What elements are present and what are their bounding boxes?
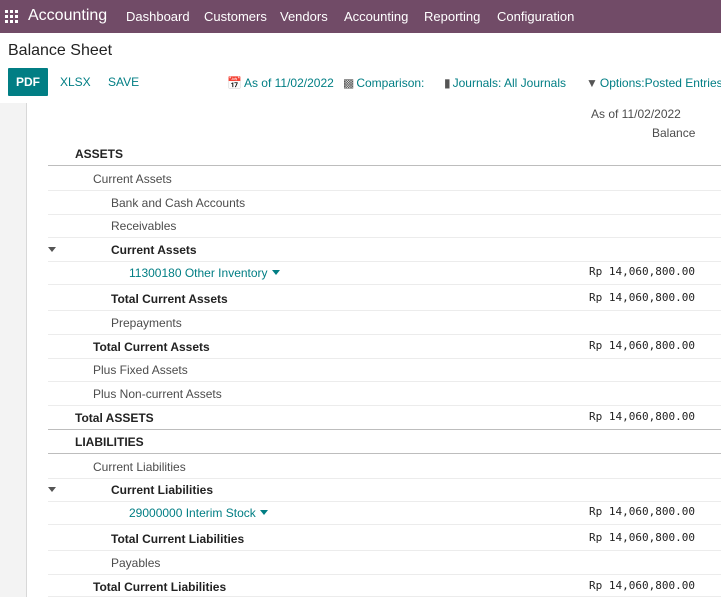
- collapse-caret-icon[interactable]: [48, 487, 56, 492]
- report-row[interactable]: Current Assets: [48, 168, 721, 191]
- row-label: Total ASSETS: [75, 411, 154, 425]
- row-label: 11300180 Other Inventory: [129, 266, 268, 280]
- row-label: Plus Non-current Assets: [93, 387, 222, 401]
- report-row[interactable]: Payables: [48, 552, 721, 575]
- comparison-filter[interactable]: ▩ Comparison:: [343, 76, 424, 90]
- calendar-icon: 📅: [227, 76, 242, 90]
- menu-configuration[interactable]: Configuration: [497, 9, 574, 24]
- menu-dashboard[interactable]: Dashboard: [126, 9, 190, 24]
- page-title: Balance Sheet: [8, 42, 113, 59]
- collapse-caret-icon[interactable]: [48, 247, 56, 252]
- pdf-button[interactable]: PDF: [8, 68, 48, 96]
- column-header-date: As of 11/02/2022: [591, 107, 681, 121]
- row-label: Total Current Assets: [93, 340, 210, 354]
- row-amount: Rp 14,060,800.00: [589, 579, 695, 592]
- row-label: Plus Fixed Assets: [93, 363, 188, 377]
- report-row[interactable]: 11300180 Other Inventory Rp 14,060,800.0…: [48, 262, 721, 285]
- menu-accounting[interactable]: Accounting: [344, 9, 408, 24]
- row-label: Current Assets: [93, 172, 172, 186]
- row-label: Receivables: [111, 219, 177, 233]
- row-label: Prepayments: [111, 316, 182, 330]
- menu-customers[interactable]: Customers: [204, 9, 267, 24]
- report-row[interactable]: Plus Non-current Assets: [48, 383, 721, 406]
- dropdown-caret-icon[interactable]: [271, 270, 280, 275]
- report-row[interactable]: Total Current Assets Rp 14,060,800.00: [48, 336, 721, 359]
- row-label: 29000000 Interim Stock: [129, 506, 256, 520]
- row-label: Current Liabilities: [93, 460, 186, 474]
- row-label: ASSETS: [75, 147, 124, 161]
- menu-reporting[interactable]: Reporting: [424, 9, 480, 24]
- row-label: Current Assets: [111, 243, 197, 257]
- report-row[interactable]: 29000000 Interim Stock Rp 14,060,800.00: [48, 502, 721, 525]
- report-row[interactable]: Current Liabilities: [48, 479, 721, 502]
- account-link[interactable]: 11300180 Other Inventory: [129, 266, 280, 280]
- report-row[interactable]: Total Current Liabilities Rp 14,060,800.…: [48, 528, 721, 551]
- report-row[interactable]: Receivables: [48, 215, 721, 238]
- row-label: LIABILITIES: [75, 435, 144, 449]
- menu-vendors[interactable]: Vendors: [280, 9, 328, 24]
- app-title[interactable]: Accounting: [28, 7, 107, 25]
- row-amount: Rp 14,060,800.00: [589, 265, 695, 278]
- row-amount: Rp 14,060,800.00: [589, 531, 695, 544]
- column-header-balance: Balance: [652, 126, 696, 140]
- account-link[interactable]: 29000000 Interim Stock: [129, 506, 268, 520]
- row-label: Total Current Liabilities: [93, 580, 227, 594]
- row-label: Total Current Assets: [111, 292, 228, 306]
- report-row[interactable]: Current Liabilities: [48, 456, 721, 479]
- book-icon: ▮: [444, 76, 451, 90]
- top-navbar: Accounting Dashboard Customers Vendors A…: [0, 0, 721, 33]
- row-amount: Rp 14,060,800.00: [589, 410, 695, 423]
- report-row[interactable]: Plus Fixed Assets: [48, 359, 721, 382]
- row-label: Payables: [111, 556, 161, 570]
- date-filter[interactable]: 📅 As of 11/02/2022: [227, 76, 334, 90]
- report-row[interactable]: Current Assets: [48, 239, 721, 262]
- date-filter-label: As of 11/02/2022: [243, 76, 334, 90]
- filter-icon: ▼: [586, 76, 598, 90]
- report-row[interactable]: Total ASSETS Rp 14,060,800.00: [48, 407, 721, 430]
- xlsx-button[interactable]: XLSX: [60, 75, 91, 89]
- report-row[interactable]: Prepayments: [48, 312, 721, 335]
- options-filter[interactable]: ▼ Options:Posted Entries: [586, 76, 721, 90]
- save-button[interactable]: SAVE: [108, 75, 139, 89]
- row-label: Total Current Liabilities: [111, 532, 245, 546]
- report-row[interactable]: LIABILITIES: [48, 431, 721, 454]
- row-label: Current Liabilities: [111, 483, 214, 497]
- report-row[interactable]: Total Current Liabilities Rp 14,060,800.…: [48, 576, 721, 597]
- options-filter-label: Options:Posted Entries: [599, 76, 721, 90]
- journals-filter[interactable]: ▮ Journals: All Journals: [444, 76, 566, 90]
- journals-filter-label: Journals: All Journals: [452, 76, 566, 90]
- row-amount: Rp 14,060,800.00: [589, 505, 695, 518]
- report-row[interactable]: Total Current Assets Rp 14,060,800.00: [48, 288, 721, 311]
- row-amount: Rp 14,060,800.00: [589, 339, 695, 352]
- bar-chart-icon: ▩: [343, 76, 355, 90]
- report-row[interactable]: Bank and Cash Accounts: [48, 192, 721, 215]
- comparison-filter-label: Comparison:: [356, 76, 425, 90]
- row-amount: Rp 14,060,800.00: [589, 291, 695, 304]
- report-row[interactable]: ASSETS: [48, 143, 721, 166]
- row-label: Bank and Cash Accounts: [111, 196, 246, 210]
- app-grid-icon[interactable]: [5, 10, 18, 23]
- dropdown-caret-icon[interactable]: [259, 510, 268, 515]
